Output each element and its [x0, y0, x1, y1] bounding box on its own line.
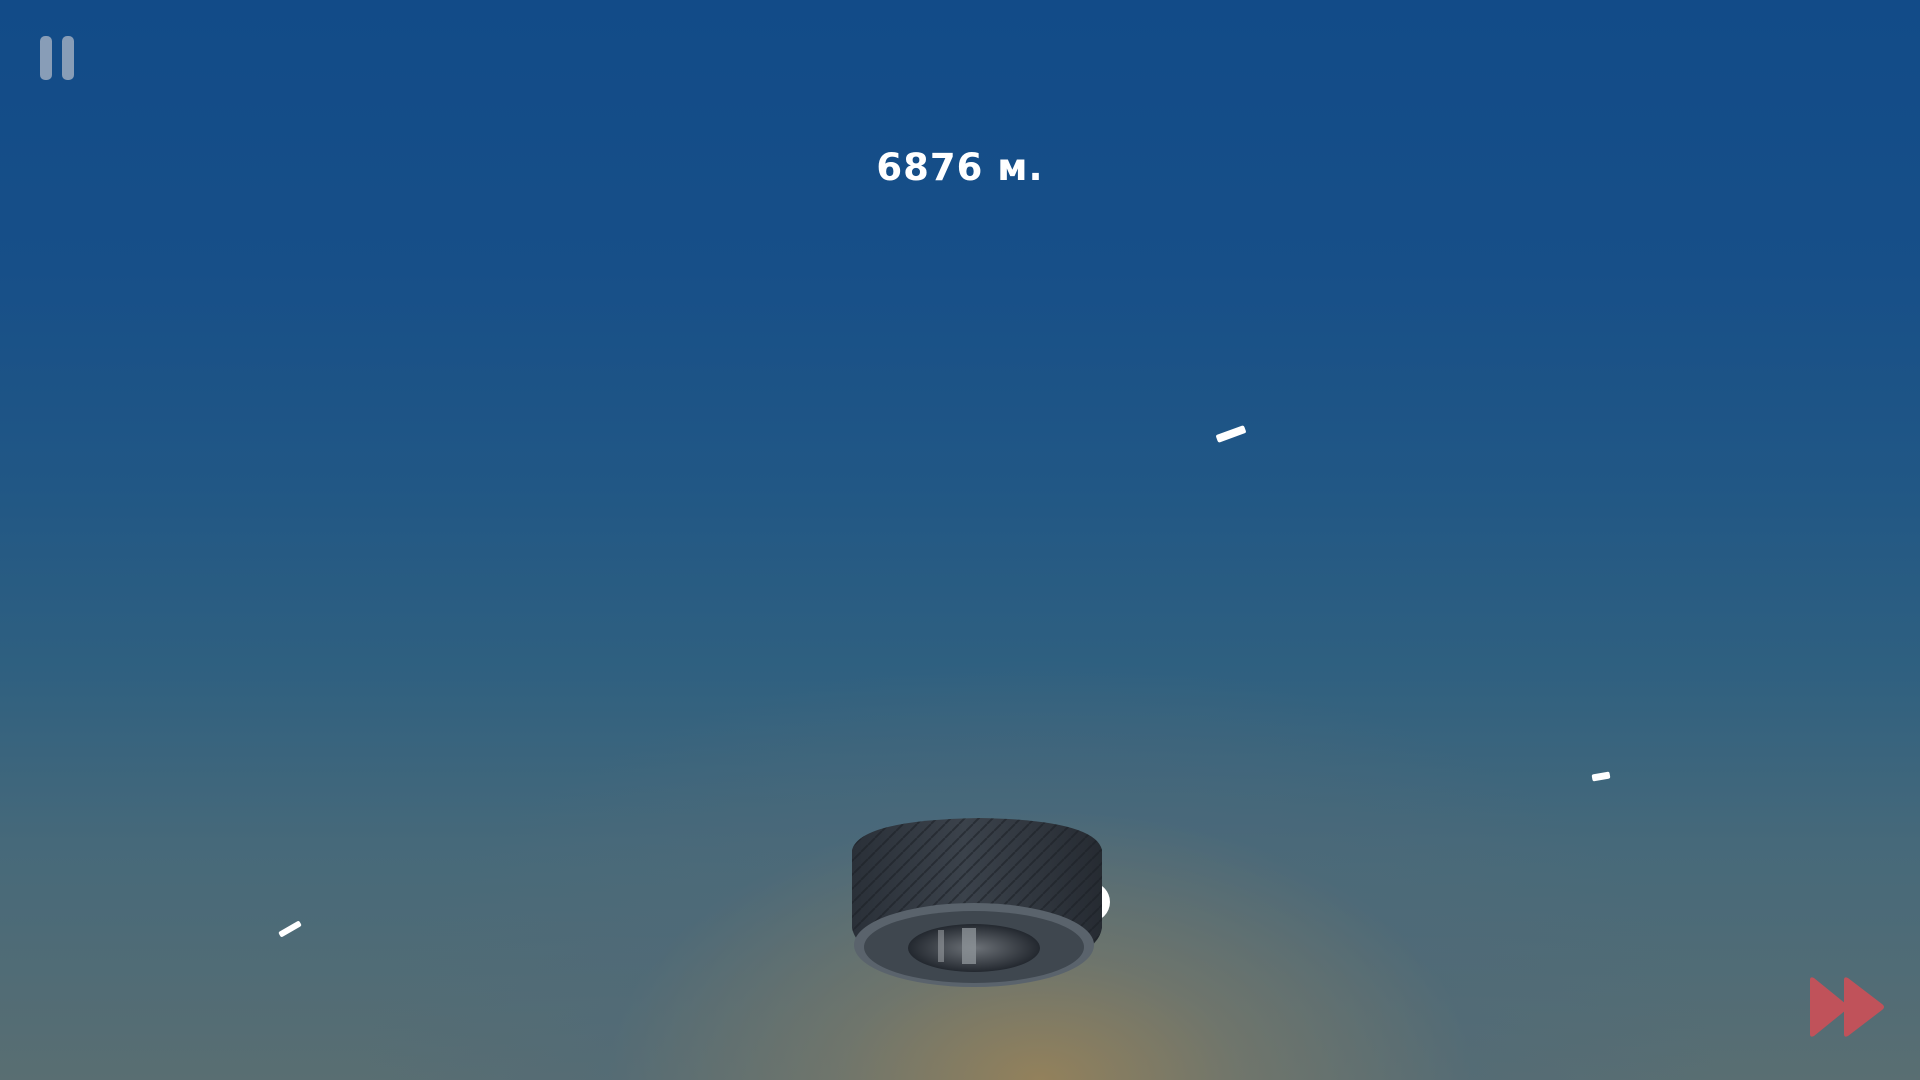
- pause-button[interactable]: [38, 34, 78, 82]
- falling-particle: [1215, 425, 1247, 443]
- fast-forward-button[interactable]: [1808, 976, 1886, 1038]
- fast-forward-icon: [1810, 977, 1884, 1037]
- distance-counter: 6876 м.: [876, 146, 1044, 189]
- pause-icon-bar-right: [62, 36, 74, 80]
- tire-player-object: [852, 818, 1110, 987]
- falling-particle: [278, 920, 302, 938]
- falling-particle: [1591, 771, 1611, 782]
- game-scene[interactable]: 6876 м.: [0, 0, 1920, 1080]
- pause-icon-bar-left: [40, 36, 52, 80]
